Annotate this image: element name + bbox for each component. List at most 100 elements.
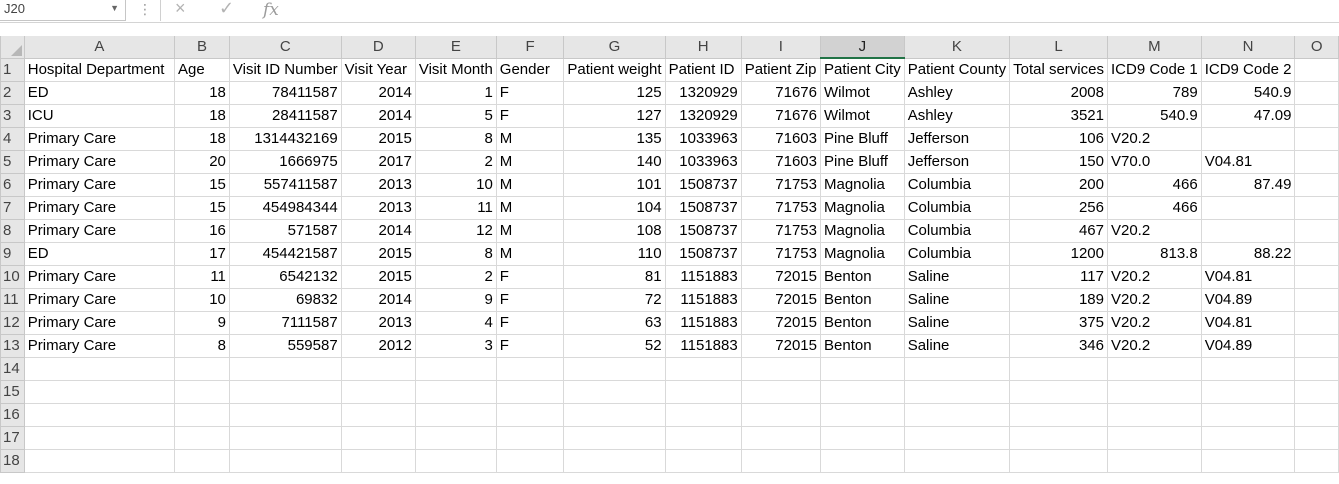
cell-m13[interactable]: V20.2 — [1106, 334, 1202, 358]
cell-o4[interactable] — [1294, 127, 1339, 151]
cell-e13[interactable]: 3 — [414, 334, 497, 358]
cell-g6[interactable]: 101 — [563, 173, 666, 197]
cell-m9[interactable]: 813.8 — [1106, 242, 1202, 266]
cell-k3[interactable]: Ashley — [903, 104, 1011, 128]
cell-j5[interactable]: Pine Bluff — [820, 150, 905, 174]
cell-j1[interactable]: Patient City — [820, 57, 905, 82]
cell-k1[interactable]: Patient County — [903, 57, 1011, 82]
cell-h4[interactable]: 1033963 — [664, 127, 742, 151]
cell-a14[interactable] — [23, 357, 176, 381]
cell-o7[interactable] — [1294, 196, 1339, 220]
cell-a8[interactable]: Primary Care — [23, 219, 176, 243]
cell-g12[interactable]: 63 — [563, 311, 666, 335]
cell-a13[interactable]: Primary Care — [23, 334, 176, 358]
cell-n16[interactable] — [1200, 403, 1296, 427]
cell-e1[interactable]: Visit Month — [414, 57, 497, 82]
cell-g16[interactable] — [563, 403, 666, 427]
row-header[interactable]: 4 — [0, 127, 25, 151]
column-header-e[interactable]: E — [414, 36, 497, 59]
cell-n17[interactable] — [1200, 426, 1296, 450]
cell-e5[interactable]: 2 — [414, 150, 497, 174]
cell-f3[interactable]: F — [495, 104, 565, 128]
cell-b16[interactable] — [174, 403, 230, 427]
cell-c1[interactable]: Visit ID Number — [228, 57, 342, 82]
cell-i9[interactable]: 71753 — [740, 242, 822, 266]
row-header[interactable]: 18 — [0, 449, 25, 473]
cell-f1[interactable]: Gender — [495, 57, 565, 82]
cell-g14[interactable] — [563, 357, 666, 381]
cell-e6[interactable]: 10 — [414, 173, 497, 197]
cell-d13[interactable]: 2012 — [340, 334, 416, 358]
cell-b15[interactable] — [174, 380, 230, 404]
row-header[interactable]: 6 — [0, 173, 25, 197]
cell-f18[interactable] — [495, 449, 565, 473]
cell-k7[interactable]: Columbia — [903, 196, 1011, 220]
cell-h3[interactable]: 1320929 — [664, 104, 742, 128]
cell-d1[interactable]: Visit Year — [340, 57, 416, 82]
cell-a3[interactable]: ICU — [23, 104, 176, 128]
cell-i8[interactable]: 71753 — [740, 219, 822, 243]
cell-a2[interactable]: ED — [23, 81, 176, 105]
cell-o11[interactable] — [1294, 288, 1339, 312]
cell-e8[interactable]: 12 — [414, 219, 497, 243]
cell-j3[interactable]: Wilmot — [820, 104, 905, 128]
name-box[interactable]: J20 ▼ — [0, 0, 126, 21]
cell-o8[interactable] — [1294, 219, 1339, 243]
cell-b4[interactable]: 18 — [174, 127, 230, 151]
cell-m5[interactable]: V70.0 — [1106, 150, 1202, 174]
cell-g7[interactable]: 104 — [563, 196, 666, 220]
cell-d14[interactable] — [340, 357, 416, 381]
cell-e18[interactable] — [414, 449, 497, 473]
cell-g3[interactable]: 127 — [563, 104, 666, 128]
cell-o10[interactable] — [1294, 265, 1339, 289]
cell-g18[interactable] — [563, 449, 666, 473]
cell-h10[interactable]: 1151883 — [664, 265, 742, 289]
cell-i18[interactable] — [740, 449, 822, 473]
cell-i12[interactable]: 72015 — [740, 311, 822, 335]
cell-e2[interactable]: 1 — [414, 81, 497, 105]
cell-m3[interactable]: 540.9 — [1106, 104, 1202, 128]
cell-h8[interactable]: 1508737 — [664, 219, 742, 243]
cell-g13[interactable]: 52 — [563, 334, 666, 358]
cell-k11[interactable]: Saline — [903, 288, 1011, 312]
cell-b11[interactable]: 10 — [174, 288, 230, 312]
cell-a11[interactable]: Primary Care — [23, 288, 176, 312]
cell-f12[interactable]: F — [495, 311, 565, 335]
cell-k17[interactable] — [903, 426, 1011, 450]
cell-e14[interactable] — [414, 357, 497, 381]
cell-h11[interactable]: 1151883 — [664, 288, 742, 312]
cell-j17[interactable] — [820, 426, 905, 450]
cell-c14[interactable] — [228, 357, 342, 381]
cell-f16[interactable] — [495, 403, 565, 427]
cell-m7[interactable]: 466 — [1106, 196, 1202, 220]
cell-h13[interactable]: 1151883 — [664, 334, 742, 358]
cell-j14[interactable] — [820, 357, 905, 381]
column-header-h[interactable]: H — [664, 36, 742, 59]
cell-k9[interactable]: Columbia — [903, 242, 1011, 266]
cell-l17[interactable] — [1009, 426, 1108, 450]
cell-b7[interactable]: 15 — [174, 196, 230, 220]
column-header-c[interactable]: C — [228, 36, 342, 59]
cell-l6[interactable]: 200 — [1009, 173, 1108, 197]
cell-j12[interactable]: Benton — [820, 311, 905, 335]
cell-k4[interactable]: Jefferson — [903, 127, 1011, 151]
enter-icon[interactable]: ✓ — [219, 0, 234, 19]
cell-h9[interactable]: 1508737 — [664, 242, 742, 266]
cell-h16[interactable] — [664, 403, 742, 427]
cell-d10[interactable]: 2015 — [340, 265, 416, 289]
cell-c2[interactable]: 78411587 — [228, 81, 342, 105]
cell-f11[interactable]: F — [495, 288, 565, 312]
cell-e4[interactable]: 8 — [414, 127, 497, 151]
cell-e15[interactable] — [414, 380, 497, 404]
cell-k8[interactable]: Columbia — [903, 219, 1011, 243]
cell-b18[interactable] — [174, 449, 230, 473]
cell-h2[interactable]: 1320929 — [664, 81, 742, 105]
cell-m18[interactable] — [1106, 449, 1202, 473]
cell-i15[interactable] — [740, 380, 822, 404]
cell-g4[interactable]: 135 — [563, 127, 666, 151]
cell-f14[interactable] — [495, 357, 565, 381]
cell-l12[interactable]: 375 — [1009, 311, 1108, 335]
cell-k13[interactable]: Saline — [903, 334, 1011, 358]
cell-e9[interactable]: 8 — [414, 242, 497, 266]
cell-j9[interactable]: Magnolia — [820, 242, 905, 266]
